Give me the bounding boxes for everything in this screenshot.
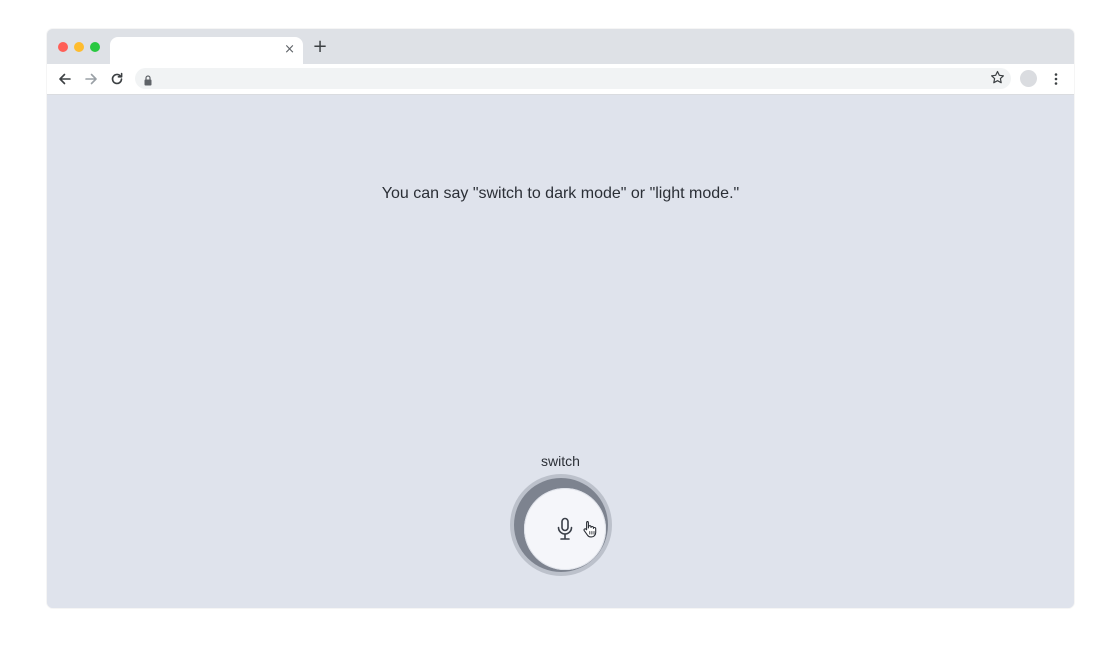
voice-hint-text: You can say "switch to dark mode" or "li… <box>381 185 740 202</box>
arrow-right-icon[interactable] <box>82 70 100 88</box>
browser-window: × + You can say "switch to dark mode" or… <box>47 29 1074 608</box>
browser-toolbar <box>47 64 1074 95</box>
hand-pointer-icon <box>582 520 598 538</box>
address-bar[interactable] <box>135 68 1011 89</box>
microphone-icon <box>556 517 574 541</box>
tab-close-icon[interactable]: × <box>284 41 295 59</box>
minimize-window-button[interactable] <box>74 42 84 52</box>
reload-icon[interactable] <box>108 70 126 88</box>
browser-tab[interactable]: × <box>110 37 303 64</box>
maximize-window-button[interactable] <box>90 42 100 52</box>
profile-icon[interactable] <box>1020 70 1037 87</box>
kebab-menu-icon[interactable] <box>1049 71 1063 87</box>
new-tab-button[interactable]: + <box>312 38 328 56</box>
tab-bar: × + <box>47 29 1074 64</box>
star-icon[interactable] <box>990 70 1005 90</box>
page-content: You can say "switch to dark mode" or "li… <box>47 95 1074 608</box>
close-window-button[interactable] <box>58 42 68 52</box>
speech-transcript: switch <box>541 453 580 469</box>
arrow-left-icon[interactable] <box>56 70 74 88</box>
lock-icon <box>143 73 153 86</box>
